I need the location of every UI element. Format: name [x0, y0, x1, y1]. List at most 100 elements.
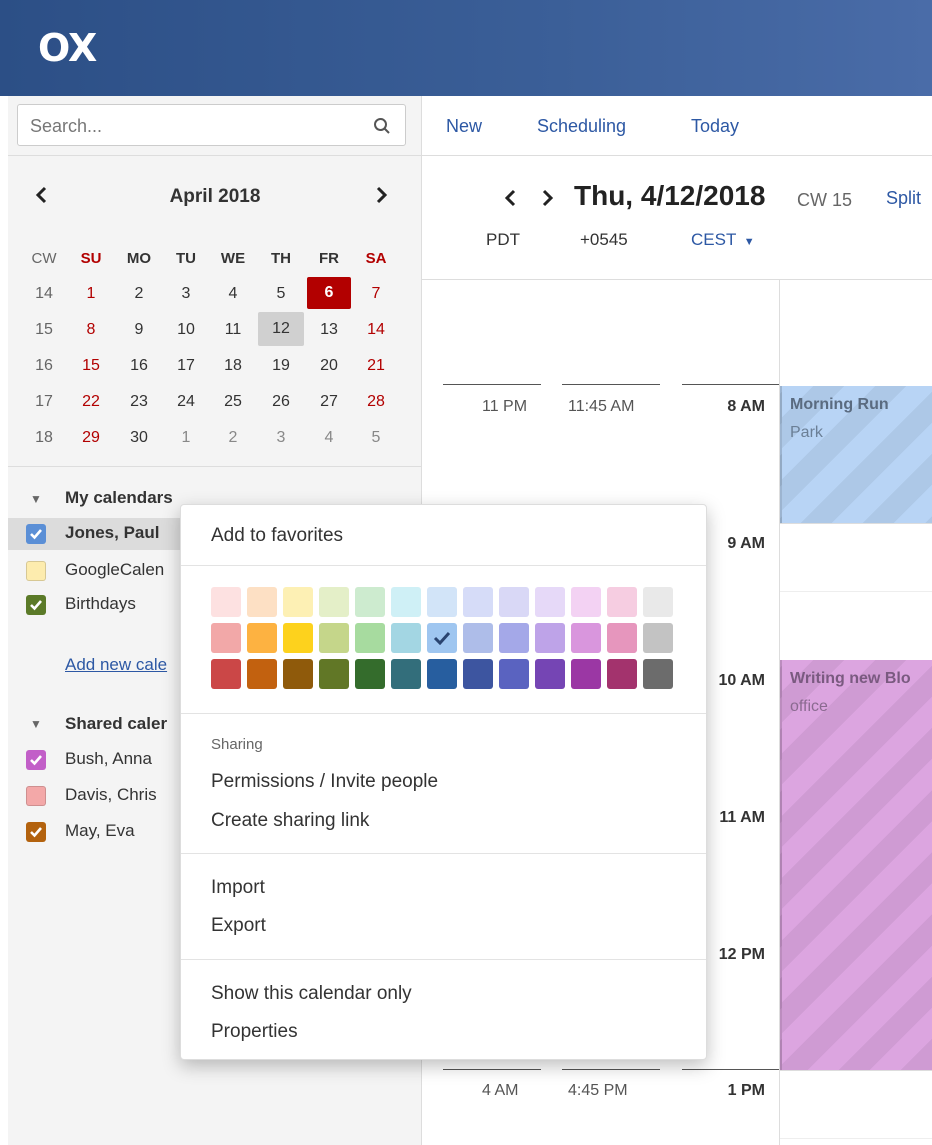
color-swatch[interactable]	[319, 623, 349, 653]
color-swatch[interactable]	[607, 587, 637, 617]
calendar-day[interactable]: 20	[309, 357, 349, 375]
calendar-label[interactable]: May, Eva	[65, 821, 135, 841]
calendar-day[interactable]: 1	[166, 429, 206, 447]
calendar-checkbox[interactable]	[26, 750, 46, 770]
today-button[interactable]: Today	[691, 116, 739, 137]
date-title[interactable]: Thu, 4/12/2018	[574, 180, 765, 212]
color-swatch[interactable]	[427, 623, 457, 653]
create-sharing-link-item[interactable]: Create sharing link	[211, 810, 369, 832]
show-calendar-only-item[interactable]: Show this calendar only	[211, 983, 412, 1005]
calendar-day[interactable]: 21	[356, 357, 396, 375]
calendar-day[interactable]: 10	[166, 321, 206, 339]
color-swatch[interactable]	[427, 587, 457, 617]
color-swatch[interactable]	[247, 659, 277, 689]
color-swatch[interactable]	[283, 587, 313, 617]
month-title[interactable]: April 2018	[150, 186, 280, 208]
color-swatch[interactable]	[571, 587, 601, 617]
color-swatch[interactable]	[247, 623, 277, 653]
search-icon[interactable]	[373, 117, 391, 135]
color-swatch[interactable]	[211, 623, 241, 653]
color-swatch[interactable]	[499, 623, 529, 653]
color-swatch[interactable]	[499, 587, 529, 617]
calendar-day[interactable]: 17	[166, 357, 206, 375]
collapse-triangle-icon[interactable]: ▼	[30, 717, 42, 731]
calendar-day[interactable]: 28	[356, 393, 396, 411]
color-swatch[interactable]	[463, 587, 493, 617]
calendar-day[interactable]: 24	[166, 393, 206, 411]
calendar-checkbox[interactable]	[26, 524, 46, 544]
add-new-calendar-link[interactable]: Add new cale	[65, 655, 167, 675]
prev-month-button[interactable]	[34, 184, 48, 212]
chevron-left-icon[interactable]	[34, 185, 48, 205]
calendar-day[interactable]: 1	[71, 285, 111, 303]
color-swatch[interactable]	[607, 623, 637, 653]
calendar-day[interactable]: 30	[119, 429, 159, 447]
calendar-day[interactable]: 4	[309, 429, 349, 447]
calendar-day[interactable]: 12	[258, 312, 304, 346]
event-morning-run[interactable]: Morning Run Park	[780, 386, 932, 523]
shared-calendars-title[interactable]: Shared caler	[65, 714, 167, 734]
calendar-day[interactable]: 11	[213, 321, 253, 339]
color-swatch[interactable]	[211, 587, 241, 617]
calendar-day[interactable]: 13	[309, 321, 349, 339]
calendar-day[interactable]: 5	[356, 429, 396, 447]
color-swatch[interactable]	[463, 623, 493, 653]
split-view-button[interactable]: Split	[886, 188, 921, 209]
color-swatch[interactable]	[319, 659, 349, 689]
calendar-checkbox[interactable]	[26, 561, 46, 581]
color-swatch[interactable]	[391, 623, 421, 653]
collapse-triangle-icon[interactable]: ▼	[30, 492, 42, 506]
calendar-day[interactable]: 6	[307, 277, 351, 309]
calendar-label[interactable]: Davis, Chris	[65, 785, 157, 805]
color-swatch[interactable]	[535, 587, 565, 617]
calendar-day[interactable]: 15	[71, 357, 111, 375]
calendar-day[interactable]: 8	[71, 321, 111, 339]
chevron-left-icon[interactable]	[502, 187, 518, 209]
color-swatch[interactable]	[427, 659, 457, 689]
calendar-day[interactable]: 2	[119, 285, 159, 303]
scheduling-button[interactable]: Scheduling	[537, 116, 626, 137]
calendar-day[interactable]: 5	[261, 285, 301, 303]
calendar-day[interactable]: 3	[166, 285, 206, 303]
color-swatch[interactable]	[643, 659, 673, 689]
chevron-right-icon[interactable]	[375, 185, 389, 205]
color-swatch[interactable]	[211, 659, 241, 689]
calendar-day[interactable]: 27	[309, 393, 349, 411]
calendar-day[interactable]: 14	[356, 321, 396, 339]
color-swatch[interactable]	[247, 587, 277, 617]
calendar-checkbox[interactable]	[26, 786, 46, 806]
color-swatch[interactable]	[571, 659, 601, 689]
color-swatch[interactable]	[643, 587, 673, 617]
color-swatch[interactable]	[535, 623, 565, 653]
color-swatch[interactable]	[355, 623, 385, 653]
color-swatch[interactable]	[283, 659, 313, 689]
calendar-day[interactable]: 4	[213, 285, 253, 303]
add-to-favorites-item[interactable]: Add to favorites	[211, 525, 343, 547]
calendar-day[interactable]: 29	[71, 429, 111, 447]
color-swatch[interactable]	[535, 659, 565, 689]
calendar-day[interactable]: 2	[213, 429, 253, 447]
permissions-item[interactable]: Permissions / Invite people	[211, 771, 438, 793]
my-calendars-title[interactable]: My calendars	[65, 488, 173, 508]
calendar-day[interactable]: 26	[261, 393, 301, 411]
color-swatch[interactable]	[463, 659, 493, 689]
color-swatch[interactable]	[355, 587, 385, 617]
color-swatch[interactable]	[319, 587, 349, 617]
color-swatch[interactable]	[643, 623, 673, 653]
calendar-day[interactable]: 7	[356, 285, 396, 303]
caret-down-icon[interactable]: ▼	[744, 236, 755, 248]
event-writing-blog[interactable]: Writing new Blo office	[780, 660, 932, 1070]
color-swatch[interactable]	[391, 587, 421, 617]
color-swatch[interactable]	[391, 659, 421, 689]
chevron-right-icon[interactable]	[540, 187, 556, 209]
ox-logo[interactable]: OX	[38, 26, 97, 70]
next-day-button[interactable]	[540, 187, 556, 214]
new-button[interactable]: New	[446, 116, 482, 137]
color-swatch[interactable]	[283, 623, 313, 653]
next-month-button[interactable]	[375, 184, 389, 212]
search-box[interactable]	[17, 104, 406, 147]
calendar-label[interactable]: GoogleCalen	[65, 560, 164, 580]
calendar-label[interactable]: Bush, Anna	[65, 749, 152, 769]
color-swatch[interactable]	[607, 659, 637, 689]
calendar-day[interactable]: 22	[71, 393, 111, 411]
